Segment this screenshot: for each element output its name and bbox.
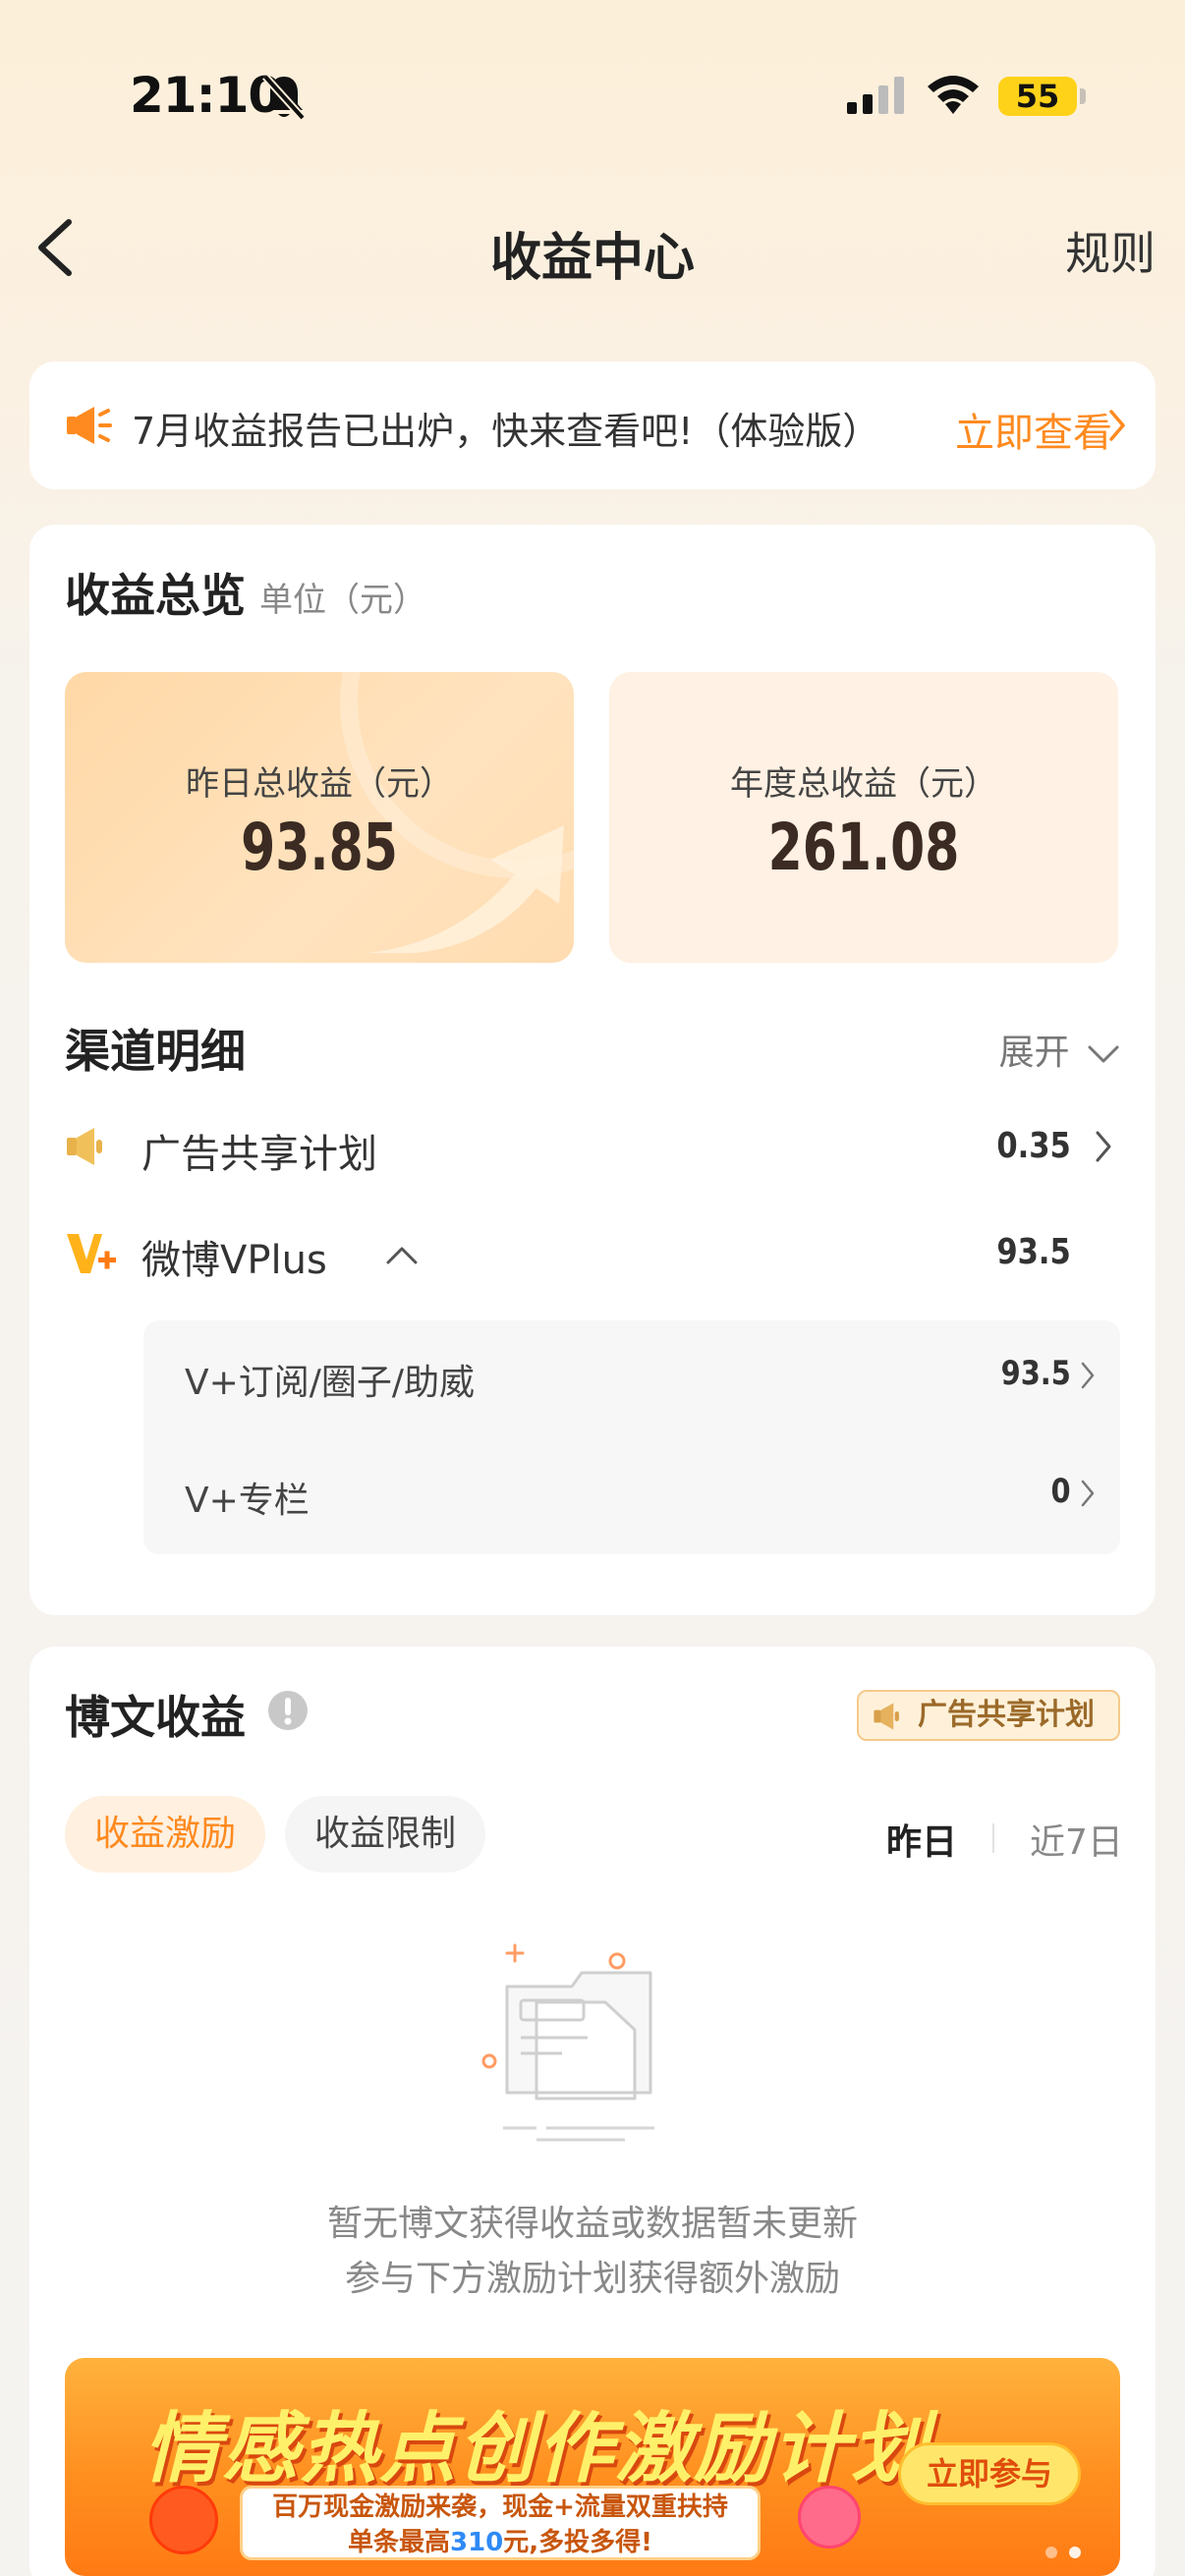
status-time: 21:10 (130, 67, 282, 124)
sub-channel-label: V+订阅/圈子/助威 (185, 1363, 476, 1403)
mascot-right-icon (798, 2486, 861, 2548)
ad-share-plan-badge[interactable]: 广告共享计划 (857, 1690, 1120, 1741)
megaphone-icon (67, 407, 112, 444)
channel-detail-title: 渠道明细 (65, 1025, 246, 1078)
wifi-icon (928, 76, 979, 114)
earnings-overview-card: 收益总览 单位（元） 昨日总收益（元） 93.85 年度总收益（元） 261.08… (29, 525, 1156, 1615)
banner-sub-highlight: 310 (449, 2528, 504, 2557)
period-yesterday[interactable]: 昨日 (886, 1814, 957, 1865)
channel-row-ad-share[interactable]: 广告共享计划 0.35 (65, 1108, 1120, 1187)
period-divider (992, 1823, 994, 1853)
empty-state-line2: 参与下方激励计划获得额外激励 (344, 2259, 840, 2299)
sub-channel-row-column[interactable]: V+专栏 0 (143, 1452, 1120, 1531)
sub-channel-label: V+专栏 (185, 1481, 310, 1521)
megaphone-icon (67, 1128, 102, 1165)
channel-value: 0.35 (996, 1126, 1071, 1166)
yesterday-earnings-value: 93.85 (241, 810, 398, 885)
annual-earnings-box[interactable]: 年度总收益（元） 261.08 (609, 672, 1118, 963)
annual-earnings-label: 年度总收益（元） (730, 764, 997, 804)
vplus-logo-icon (67, 1234, 116, 1273)
overview-title: 收益总览 单位（元） (65, 560, 426, 625)
sub-channel-row-subscription[interactable]: V+订阅/圈子/助威 93.5 (143, 1334, 1120, 1413)
channel-row-vplus[interactable]: 微博VPlus 93.5 (65, 1214, 1120, 1293)
report-notice[interactable]: 7月收益报告已出炉，快来查看吧!（体验版） 立即查看 (29, 362, 1156, 489)
banner-sub-prefix: 单条最高 (347, 2528, 450, 2557)
blog-earnings-title: 博文收益 (65, 1691, 246, 1744)
battery-tip (1080, 88, 1086, 104)
ad-badge-label: 广告共享计划 (918, 1698, 1095, 1732)
channel-value: 93.5 (996, 1232, 1071, 1272)
yesterday-earnings-box[interactable]: 昨日总收益（元） 93.85 (65, 672, 574, 963)
period-last-7-days[interactable]: 近7日 (1030, 1814, 1123, 1865)
chevron-up-icon[interactable] (385, 1246, 419, 1265)
bell-muted-icon (262, 74, 306, 121)
vplus-sub-channels: V+订阅/圈子/助威 93.5 V+专栏 0 (143, 1320, 1120, 1554)
sub-channel-value: 0 (1050, 1472, 1071, 1511)
overview-title-text: 收益总览 (65, 569, 246, 622)
mascot-left-icon (149, 2486, 218, 2554)
carousel-dots (1034, 2544, 1081, 2562)
chevron-right-icon (1096, 1131, 1111, 1162)
channel-label: 广告共享计划 (141, 1132, 377, 1177)
yesterday-earnings-label: 昨日总收益（元） (186, 764, 453, 804)
expand-toggle[interactable]: 展开 (999, 1024, 1120, 1075)
join-now-button[interactable]: 立即参与 (898, 2442, 1081, 2505)
overview-unit: 单位（元） (259, 581, 426, 620)
expand-label: 展开 (998, 1033, 1070, 1073)
status-bar: 21:10 55 (0, 0, 1185, 196)
incentive-campaign-banner[interactable]: 情感热点创作激励计划 百万现金激励来袭，现金+流量双重扶持 单条最高310元,多… (65, 2358, 1120, 2576)
empty-state-line1: 暂无博文获得收益或数据暂未更新 (326, 2204, 858, 2244)
page-title: 收益中心 (489, 229, 695, 288)
chevron-right-icon (1109, 410, 1125, 441)
carousel-dot (1045, 2547, 1057, 2558)
battery-indicator: 55 (998, 77, 1077, 116)
megaphone-icon (874, 1703, 899, 1730)
empty-folder-illustration (481, 1943, 654, 2142)
tab-incentive[interactable]: 收益激励 (65, 1796, 265, 1873)
banner-subtitle: 百万现金激励来袭，现金+流量双重扶持 单条最高310元,多投多得! (240, 2486, 761, 2560)
channel-label: 微博VPlus (141, 1238, 327, 1283)
annual-earnings-value: 261.08 (767, 810, 960, 885)
banner-subtitle-line2: 单条最高310元,多投多得! (243, 2526, 758, 2559)
tab-limit[interactable]: 收益限制 (285, 1796, 485, 1873)
sub-channel-value: 93.5 (1000, 1354, 1071, 1393)
chevron-down-icon (1088, 1045, 1119, 1063)
banner-title: 情感热点创作激励计划 (143, 2405, 931, 2493)
chevron-right-icon (1081, 1362, 1095, 1389)
banner-sub-suffix: 元,多投多得! (503, 2528, 653, 2557)
carousel-dot (1069, 2547, 1081, 2558)
banner-subtitle-line1: 百万现金激励来袭，现金+流量双重扶持 (272, 2492, 728, 2522)
rules-link[interactable]: 规则 (1065, 218, 1156, 283)
notice-text: 7月收益报告已出炉，快来查看吧!（体验版） (132, 410, 880, 453)
view-now-link[interactable]: 立即查看 (955, 401, 1112, 458)
info-icon[interactable] (267, 1690, 309, 1731)
cellular-signal-icon (847, 77, 904, 114)
chevron-right-icon (1081, 1480, 1095, 1507)
blog-earnings-card: 博文收益 广告共享计划 收益激励 收益限制 昨日 近7日 暂无博文获得收益或数据… (29, 1647, 1156, 2576)
